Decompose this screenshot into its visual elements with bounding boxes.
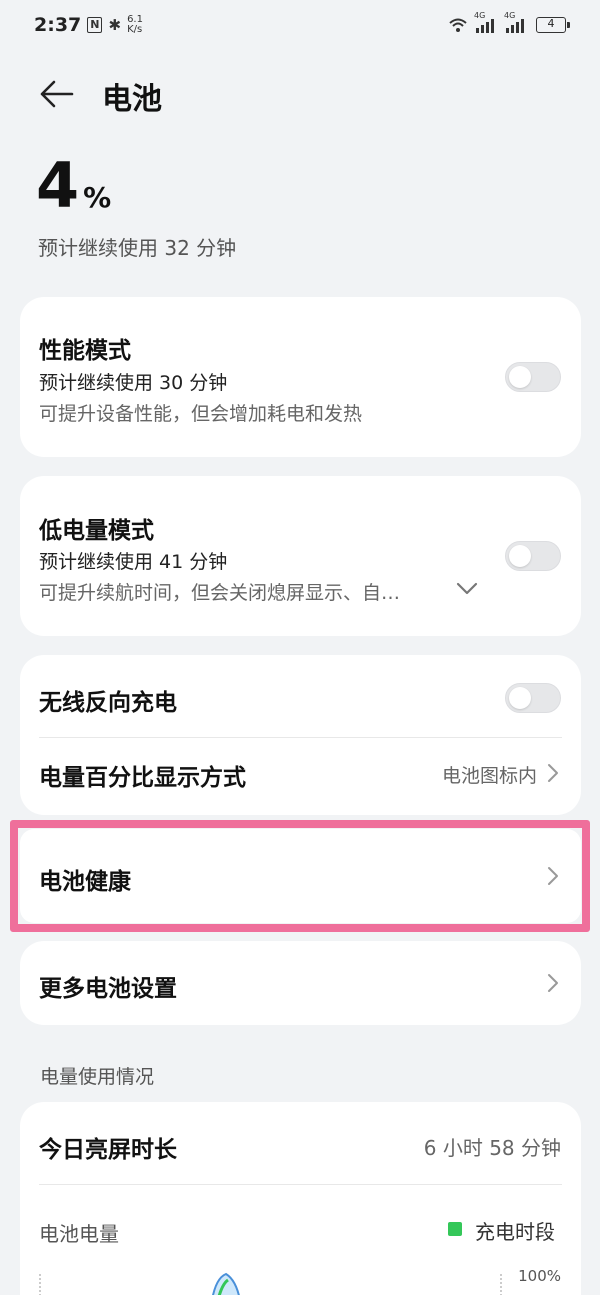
wifi-icon <box>449 18 467 32</box>
percent-display-title: 电量百分比显示方式 <box>39 765 246 791</box>
performance-mode-card[interactable]: 性能模式 预计继续使用 30 分钟 可提升设备性能，但会增加耗电和发热 <box>20 297 581 457</box>
chart-left-gridline <box>39 1274 41 1295</box>
low-power-mode-estimate: 预计继续使用 41 分钟 <box>39 551 228 573</box>
network-speed-unit: K/s <box>127 24 143 35</box>
cell-signal-icon: 4G <box>504 11 528 33</box>
nfc-icon: N <box>87 17 103 33</box>
charging-display-card: 无线反向充电 电量百分比显示方式 电池图标内 <box>20 655 581 815</box>
status-right: 4G 4G 4 <box>448 11 570 33</box>
battery-percentage: 4 % <box>36 150 111 222</box>
row-divider <box>39 1184 562 1185</box>
status-time: 2:37 <box>34 14 82 36</box>
screen-time-label: 今日亮屏时长 <box>39 1137 177 1163</box>
title-bar: 电池 <box>0 62 600 126</box>
chart-y-max-label: 100% <box>518 1267 561 1285</box>
performance-mode-estimate: 预计继续使用 30 分钟 <box>39 372 228 394</box>
percent-display-value: 电池图标内 <box>441 765 537 787</box>
network-speed: 6.1 K/s <box>127 15 143 35</box>
signal-tag: 4G <box>504 11 516 20</box>
chart-right-gridline <box>500 1274 502 1295</box>
screen-time-row[interactable]: 今日亮屏时长 6 小时 58 分钟 <box>20 1102 581 1184</box>
low-power-mode-card[interactable]: 低电量模式 预计继续使用 41 分钟 可提升续航时间，但会关闭熄屏显示、自… <box>20 476 581 636</box>
battery-percent-value: 4 <box>36 149 80 222</box>
performance-mode-description: 可提升设备性能，但会增加耗电和发热 <box>39 403 363 425</box>
highlight-frame <box>10 820 590 932</box>
more-battery-settings-row[interactable]: 更多电池设置 <box>20 941 581 1025</box>
back-arrow-icon[interactable] <box>38 78 74 110</box>
performance-mode-toggle[interactable] <box>505 362 561 392</box>
battery-remaining-time: 预计继续使用 32 分钟 <box>38 236 237 260</box>
screen-time-value: 6 小时 58 分钟 <box>423 1136 561 1160</box>
expand-chevron-icon[interactable] <box>456 582 478 596</box>
chevron-right-icon <box>548 764 558 782</box>
page-title: 电池 <box>102 82 162 117</box>
charging-legend-label: 充电时段 <box>475 1220 555 1244</box>
charging-legend-swatch <box>448 1222 462 1236</box>
chevron-right-icon <box>548 974 558 992</box>
battery-level-curve <box>212 1272 240 1295</box>
usage-section-label: 电量使用情况 <box>40 1066 155 1088</box>
wireless-reverse-title: 无线反向充电 <box>39 690 177 716</box>
wireless-reverse-toggle[interactable] <box>505 683 561 713</box>
bluetooth-icon: ✱ <box>108 16 122 34</box>
battery-level-chart-label: 电池电量 <box>39 1222 119 1246</box>
toggle-knob <box>509 687 531 709</box>
low-power-mode-description: 可提升续航时间，但会关闭熄屏显示、自… <box>39 582 401 604</box>
percent-display-row[interactable]: 电量百分比显示方式 电池图标内 <box>20 738 581 815</box>
more-settings-title: 更多电池设置 <box>39 976 177 1002</box>
usage-card: 今日亮屏时长 6 小时 58 分钟 电池电量 充电时段 100% <box>20 1102 581 1295</box>
wireless-reverse-row[interactable]: 无线反向充电 <box>20 655 581 737</box>
battery-status-icon: 4 <box>536 17 570 33</box>
low-power-mode-title: 低电量模式 <box>39 518 154 544</box>
toggle-knob <box>509 366 531 388</box>
cell-signal-icon: 4G <box>474 11 498 33</box>
performance-mode-title: 性能模式 <box>39 338 131 364</box>
status-bar: 2:37 N ✱ 6.1 K/s 4G 4G 4 <box>0 0 600 50</box>
status-left: 2:37 N ✱ 6.1 K/s <box>34 14 143 36</box>
signal-tag: 4G <box>474 11 486 20</box>
toggle-knob <box>509 545 531 567</box>
low-power-mode-toggle[interactable] <box>505 541 561 571</box>
battery-percent-sign: % <box>83 181 112 214</box>
